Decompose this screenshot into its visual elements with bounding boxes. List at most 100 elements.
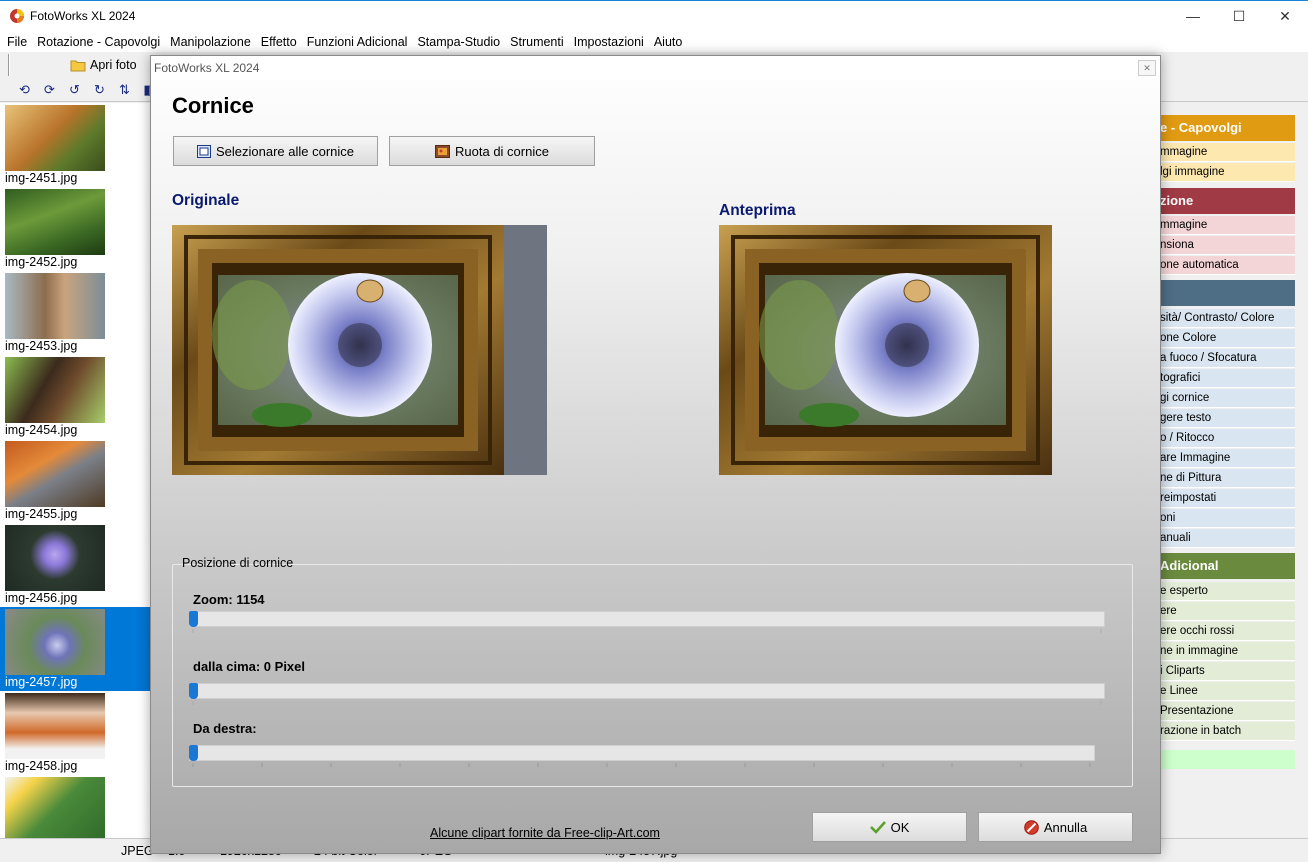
rotate-right-icon[interactable]: ⟳ xyxy=(39,80,60,99)
thumbnail-item[interactable] xyxy=(0,775,150,838)
rotate-ccw-icon[interactable]: ↺ xyxy=(64,80,85,99)
maximize-button[interactable]: ☐ xyxy=(1216,1,1262,31)
thumbnail-item-selected[interactable]: img-2457.jpg xyxy=(0,607,150,691)
task-item[interactable]: e Linee xyxy=(1150,682,1295,701)
right-offset-slider-thumb[interactable] xyxy=(189,745,198,761)
thumbnail-image xyxy=(5,441,105,507)
thumbnail-item[interactable]: img-2453.jpg xyxy=(0,271,150,355)
task-panel: e - Capovolgi mmagine lgi immagine zione… xyxy=(1150,103,1308,838)
task-item[interactable]: anuali xyxy=(1150,529,1295,548)
task-item[interactable]: gi cornice xyxy=(1150,389,1295,408)
zoom-slider-thumb[interactable] xyxy=(189,611,198,627)
cancel-button[interactable]: Annulla xyxy=(978,812,1133,842)
thumbnail-image xyxy=(5,693,105,759)
task-item[interactable]: Presentazione xyxy=(1150,702,1295,721)
thumbnail-image xyxy=(5,105,105,171)
cancel-label: Annulla xyxy=(1043,819,1088,835)
thumbnail-image xyxy=(5,273,105,339)
menu-effect[interactable]: Effetto xyxy=(256,35,302,49)
select-all-frames-button[interactable]: Selezionare alle cornice xyxy=(173,136,378,166)
task-item[interactable]: are Immagine xyxy=(1150,449,1295,468)
task-item[interactable]: lgi immagine xyxy=(1150,163,1295,182)
flip-icon[interactable]: ⇅ xyxy=(114,80,135,99)
thumbnail-label: img-2458.jpg xyxy=(5,759,78,773)
zoom-slider[interactable] xyxy=(189,611,1105,627)
task-item[interactable]: one automatica xyxy=(1150,256,1295,275)
right-offset-slider-ticks xyxy=(192,763,1091,767)
task-item[interactable]: o / Ritocco xyxy=(1150,429,1295,448)
task-group-header-print[interactable] xyxy=(1150,750,1295,769)
task-item[interactable]: gere testo xyxy=(1150,409,1295,428)
task-item[interactable]: ne di Pittura xyxy=(1150,469,1295,488)
task-item[interactable]: nsiona xyxy=(1150,236,1295,255)
original-image xyxy=(172,225,547,475)
task-panel-scrollbar[interactable] xyxy=(1295,103,1308,838)
menu-rotate-flip[interactable]: Rotazione - Capovolgi xyxy=(32,35,165,49)
minimize-button[interactable]: — xyxy=(1170,1,1216,31)
task-item[interactable]: reimpostati xyxy=(1150,489,1295,508)
rotate-frame-button[interactable]: Ruota di cornice xyxy=(389,136,595,166)
close-button[interactable]: ✕ xyxy=(1262,1,1308,31)
top-offset-slider-thumb[interactable] xyxy=(189,683,198,699)
thumbnail-image xyxy=(5,777,105,838)
title-bar: FotoWorks XL 2024 — ☐ ✕ xyxy=(0,0,1308,31)
top-offset-slider-ticks xyxy=(192,701,1102,705)
clipart-credit-link[interactable]: Alcune clipart fornite da Free-clip-Art.… xyxy=(430,826,660,840)
task-item[interactable]: tografici xyxy=(1150,369,1295,388)
right-offset-slider[interactable] xyxy=(189,745,1095,761)
task-item[interactable]: mmagine xyxy=(1150,216,1295,235)
menu-settings[interactable]: Impostazioni xyxy=(569,35,649,49)
open-photo-button[interactable]: Apri foto xyxy=(14,54,146,76)
original-heading: Originale xyxy=(172,192,240,209)
task-item[interactable]: e esperto xyxy=(1150,582,1295,601)
thumbnail-label: img-2457.jpg xyxy=(5,675,78,689)
thumbnail-image xyxy=(5,609,105,675)
task-item[interactable]: razione in batch xyxy=(1150,722,1295,741)
menu-manipulation[interactable]: Manipolazione xyxy=(165,35,256,49)
ok-button[interactable]: OK xyxy=(812,812,967,842)
thumbnail-label: img-2455.jpg xyxy=(5,507,78,521)
menu-file[interactable]: File xyxy=(2,35,32,49)
task-item[interactable]: ne in immagine xyxy=(1150,642,1295,661)
thumbnail-item[interactable]: img-2454.jpg xyxy=(0,355,150,439)
rotate-cw-icon[interactable]: ↻ xyxy=(89,80,110,99)
frame-rotate-icon xyxy=(435,144,451,158)
task-item[interactable]: mmagine xyxy=(1150,143,1295,162)
menu-additional-functions[interactable]: Funzioni Adicional xyxy=(302,35,413,49)
task-item[interactable]: i Cliparts xyxy=(1150,662,1295,681)
thumbnail-item[interactable]: img-2451.jpg xyxy=(0,103,150,187)
menu-help[interactable]: Aiuto xyxy=(649,35,688,49)
menu-bar: File Rotazione - Capovolgi Manipolazione… xyxy=(0,31,1308,52)
task-group-header-additional[interactable]: Adicional xyxy=(1150,553,1295,579)
dialog-close-button[interactable]: ✕ xyxy=(1138,60,1156,76)
menu-print-studio[interactable]: Stampa-Studio xyxy=(412,35,505,49)
dialog-heading: Cornice xyxy=(172,93,254,118)
thumbnail-label: img-2454.jpg xyxy=(5,423,78,437)
folder-icon xyxy=(70,60,86,72)
task-group-header-manipulation[interactable]: zione xyxy=(1150,188,1295,214)
thumbnail-item[interactable]: img-2455.jpg xyxy=(0,439,150,523)
task-group-header-effect[interactable] xyxy=(1150,280,1295,306)
preview-image xyxy=(719,225,1052,475)
toolbar-separator xyxy=(8,54,10,76)
task-item[interactable]: ere occhi rossi xyxy=(1150,622,1295,641)
task-item[interactable]: ere xyxy=(1150,602,1295,621)
status-format: JPEG xyxy=(121,844,154,858)
thumbnail-item[interactable]: img-2452.jpg xyxy=(0,187,150,271)
window-title: FotoWorks XL 2024 xyxy=(30,9,136,23)
task-item[interactable]: oni xyxy=(1150,509,1295,528)
app-logo-icon xyxy=(10,9,24,23)
original-frame-picture xyxy=(172,225,547,475)
task-item[interactable]: sità/ Contrasto/ Colore xyxy=(1150,309,1295,328)
thumbnail-item[interactable]: img-2456.jpg xyxy=(0,523,150,607)
rotate-left-icon[interactable]: ⟲ xyxy=(14,80,35,99)
task-item[interactable]: a fuoco / Sfocatura xyxy=(1150,349,1295,368)
task-group-header-rotate[interactable]: e - Capovolgi xyxy=(1150,115,1295,141)
task-item[interactable]: one Colore xyxy=(1150,329,1295,348)
thumbnail-label: img-2453.jpg xyxy=(5,339,78,353)
top-offset-slider[interactable] xyxy=(189,683,1105,699)
thumbnail-item[interactable]: img-2458.jpg xyxy=(0,691,150,775)
menu-tools[interactable]: Strumenti xyxy=(505,35,569,49)
frame-dialog: FotoWorks XL 2024 ✕ Cornice Selezionare … xyxy=(150,55,1161,854)
frame-position-legend: Posizione di cornice xyxy=(182,556,294,570)
